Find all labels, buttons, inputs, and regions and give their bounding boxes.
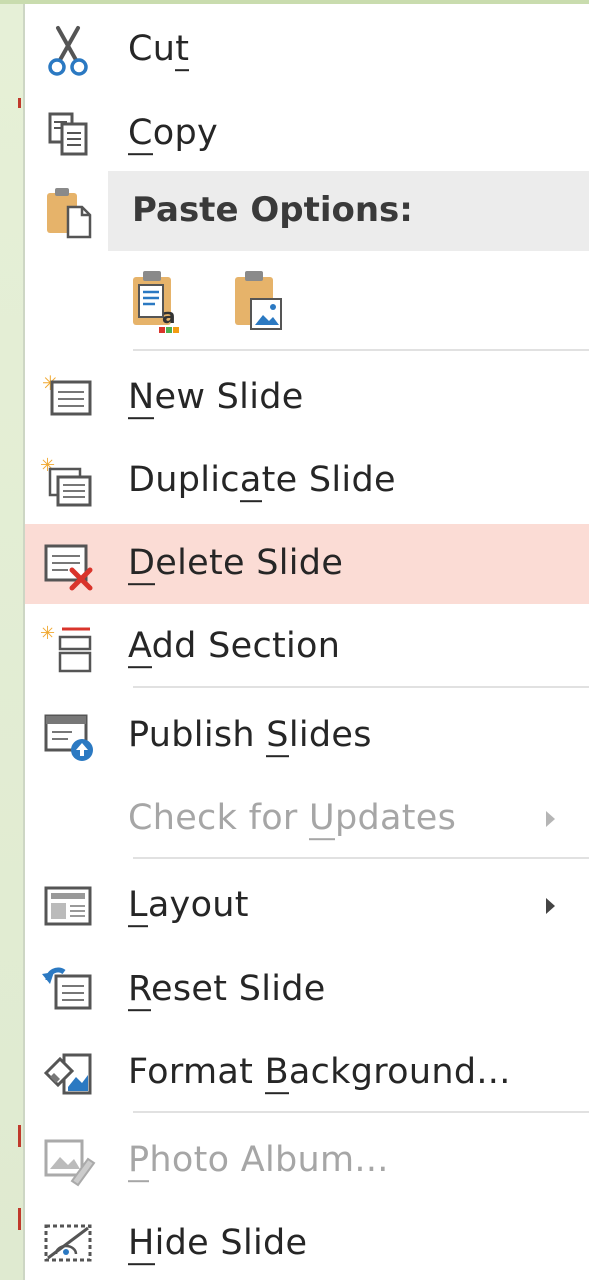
menu-separator: [133, 686, 589, 688]
menu-item-delete-slide[interactable]: Delete Slide: [25, 524, 589, 604]
slide-thumbnail-pane-edge: [0, 0, 25, 1280]
duplicate-slide-icon: ✳: [38, 451, 98, 511]
menu-item-publish-slides[interactable]: Publish Slides: [25, 696, 589, 776]
context-menu: Cut Copy Paste Options: a ✳ New Slide ✳ …: [25, 4, 589, 1280]
menu-item-label: Hide Slide: [128, 1223, 308, 1266]
reset-slide-icon: [38, 960, 98, 1020]
clipboard-icon: [38, 181, 98, 241]
menu-item-label: Add Section: [128, 626, 341, 669]
menu-item-check-for-updates: Check for Updates: [25, 779, 589, 859]
paste-picture-icon[interactable]: [229, 267, 289, 337]
paste-options-header: Paste Options:: [108, 171, 589, 251]
new-slide-icon: ✳: [38, 368, 98, 428]
menu-item-label: Cut: [128, 29, 190, 72]
menu-item-label: Format Background...: [128, 1052, 511, 1095]
menu-item-label: Publish Slides: [128, 715, 372, 758]
scissors-icon: [38, 20, 98, 80]
menu-item-layout[interactable]: Layout: [25, 866, 589, 946]
format-background-icon: [38, 1043, 98, 1103]
hide-slide-icon: [38, 1214, 98, 1274]
menu-item-copy[interactable]: Copy: [25, 94, 589, 174]
menu-separator: [133, 1111, 589, 1113]
menu-separator: [133, 857, 589, 859]
menu-item-label: Delete Slide: [128, 543, 344, 586]
thumbnail-marker: [18, 98, 21, 108]
submenu-arrow-icon: [546, 898, 555, 914]
thumbnail-marker: [18, 1125, 21, 1147]
delete-slide-icon: [38, 534, 98, 594]
menu-item-new-slide[interactable]: ✳ New Slide: [25, 358, 589, 438]
svg-text:a: a: [162, 304, 176, 328]
menu-item-label: Photo Album...: [128, 1140, 389, 1183]
menu-item-hide-slide[interactable]: Hide Slide: [25, 1204, 589, 1284]
thumbnail-marker: [18, 1208, 21, 1230]
menu-item-add-section[interactable]: ✳ Add Section: [25, 607, 589, 687]
menu-item-label: Copy: [128, 113, 218, 156]
menu-item-label: Layout: [128, 885, 249, 928]
photo-album-icon: [38, 1131, 98, 1191]
menu-item-label: New Slide: [128, 377, 304, 420]
add-section-icon: ✳: [38, 617, 98, 677]
submenu-arrow-icon: [546, 811, 555, 827]
menu-item-reset-slide[interactable]: Reset Slide: [25, 950, 589, 1030]
menu-item-duplicate-slide[interactable]: ✳ Duplicate Slide: [25, 441, 589, 521]
svg-text:✳: ✳: [40, 623, 55, 644]
menu-separator: [133, 349, 589, 351]
publish-slides-icon: [38, 706, 98, 766]
menu-item-photo-album: Photo Album...: [25, 1121, 589, 1201]
paste-options-label: Paste Options:: [132, 190, 413, 231]
menu-item-label: Duplicate Slide: [128, 460, 396, 503]
menu-item-cut[interactable]: Cut: [25, 10, 589, 90]
menu-item-format-background[interactable]: Format Background...: [25, 1033, 589, 1113]
menu-item-label: Check for Updates: [128, 798, 457, 841]
paste-keep-text-only-icon[interactable]: a: [127, 267, 187, 337]
layout-icon: [38, 876, 98, 936]
menu-item-label: Reset Slide: [128, 969, 326, 1012]
copy-icon: [38, 104, 98, 164]
